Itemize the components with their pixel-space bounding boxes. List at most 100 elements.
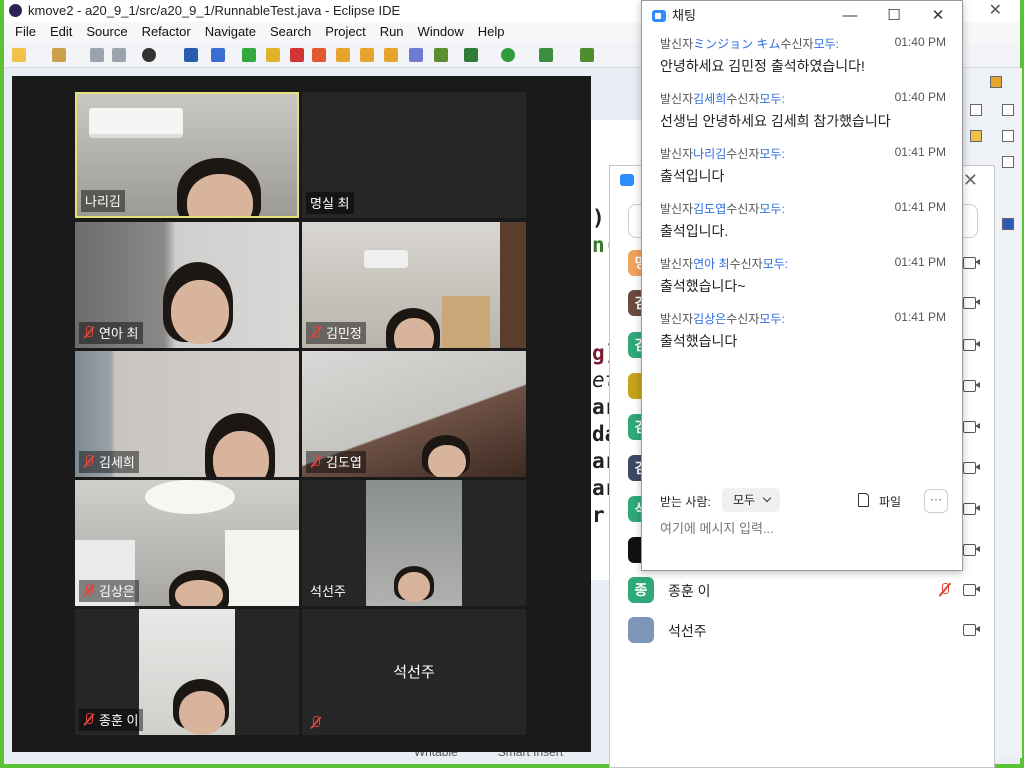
participant-name-tag: 나리김	[81, 190, 125, 212]
chat-message: 발신자연아 최수신자모두: 01:41 PM 출석했습니다~	[660, 255, 946, 294]
mic-muted-icon	[310, 455, 322, 468]
camera-icon[interactable]	[963, 624, 980, 636]
participants-close-icon[interactable]: ✕	[963, 170, 978, 191]
help-icon[interactable]	[1002, 218, 1014, 230]
camera-icon[interactable]	[963, 584, 980, 596]
participant-avatar	[628, 617, 654, 643]
menu-navigate[interactable]: Navigate	[198, 22, 263, 42]
terminate-icon[interactable]	[290, 48, 304, 62]
new-package-icon[interactable]	[52, 48, 66, 62]
zoom-logo-icon	[652, 10, 666, 22]
video-tile[interactable]: 종훈 이	[75, 609, 299, 735]
video-tile[interactable]: 명실 최	[302, 92, 526, 218]
video-tile[interactable]: 김도엽	[302, 351, 526, 477]
chat-title: 채팅	[672, 8, 696, 23]
message-time: 01:41 PM	[894, 310, 946, 324]
file-icon[interactable]	[858, 493, 869, 507]
participant-name-tag: 종훈 이	[79, 709, 143, 731]
step-return-icon[interactable]	[384, 48, 398, 62]
camera-icon[interactable]	[963, 462, 980, 474]
eclipse-close-icon[interactable]: ✕	[989, 0, 1002, 22]
minimize-icon[interactable]	[1002, 104, 1014, 116]
save-all-icon[interactable]	[112, 48, 126, 62]
file-button[interactable]: 파일	[879, 493, 901, 510]
menu-project[interactable]: Project	[318, 22, 372, 42]
message-receiver: 모두:	[759, 147, 785, 161]
step-into-icon[interactable]	[336, 48, 350, 62]
mic-muted-icon[interactable]	[938, 582, 952, 598]
camera-icon[interactable]	[963, 544, 980, 556]
mic-muted-icon	[83, 584, 95, 597]
menu-edit[interactable]: Edit	[43, 22, 79, 42]
drop-to-frame-icon[interactable]	[409, 48, 423, 62]
problems-icon[interactable]	[1002, 156, 1014, 168]
camera-icon[interactable]	[963, 339, 980, 351]
debug-person-icon[interactable]	[142, 48, 156, 62]
suspend-icon[interactable]	[266, 48, 280, 62]
step-over-icon[interactable]	[360, 48, 374, 62]
chevron-down-icon	[762, 493, 772, 503]
message-receiver: 모두:	[813, 37, 840, 51]
participant-name-tag: 김도엽	[306, 451, 366, 473]
camera-icon[interactable]	[963, 421, 980, 433]
camera-icon[interactable]	[963, 503, 980, 515]
video-tile[interactable]: 김민정	[302, 222, 526, 348]
external-tools-icon[interactable]	[580, 48, 594, 62]
chat-message: 발신자ミンジョン キム수신자모두: 01:40 PM 안녕하세요 김민정 출석하…	[660, 35, 946, 74]
menu-window[interactable]: Window	[411, 22, 471, 42]
outline-icon[interactable]	[970, 130, 982, 142]
disconnect-icon[interactable]	[312, 48, 326, 62]
resume-icon[interactable]	[242, 48, 256, 62]
chat-titlebar[interactable]: 채팅 — ☐ ✕	[642, 1, 962, 31]
message-sender[interactable]: 나리김	[693, 147, 726, 161]
camera-icon[interactable]	[963, 257, 980, 269]
close-icon[interactable]: ✕	[916, 1, 960, 31]
chat-message-input[interactable]	[658, 517, 948, 539]
minimize-icon[interactable]: —	[828, 1, 872, 31]
more-options-button[interactable]: ···	[924, 489, 948, 513]
message-sender[interactable]: ミンジョン キム	[693, 37, 780, 51]
message-sender[interactable]: 김도엽	[693, 202, 726, 216]
participant-row[interactable]: 석선주	[626, 613, 986, 647]
console-icon[interactable]	[184, 48, 198, 62]
save-icon[interactable]	[90, 48, 104, 62]
menu-run[interactable]: Run	[373, 22, 411, 42]
message-time: 01:40 PM	[894, 90, 946, 104]
chat-message-list[interactable]: 발신자ミンジョン キム수신자모두: 01:40 PM 안녕하세요 김민정 출석하…	[642, 31, 962, 471]
video-tile[interactable]: 김세희	[75, 351, 299, 477]
camera-icon[interactable]	[963, 380, 980, 392]
use-step-filters-icon[interactable]	[434, 48, 448, 62]
menu-help[interactable]: Help	[471, 22, 512, 42]
video-tile[interactable]: 김상은	[75, 480, 299, 606]
run-icon[interactable]	[501, 48, 515, 62]
skip-breakpoints-icon[interactable]	[211, 48, 225, 62]
participant-row[interactable]: 종 종훈 이	[626, 573, 986, 607]
new-file-icon[interactable]	[12, 48, 26, 62]
menu-search[interactable]: Search	[263, 22, 318, 42]
video-tile[interactable]: 나리김	[75, 92, 299, 218]
menu-refactor[interactable]: Refactor	[135, 22, 198, 42]
participant-name-tag: 연아 최	[79, 322, 143, 344]
perspective-icon[interactable]	[990, 76, 1002, 88]
debug-icon[interactable]	[464, 48, 478, 62]
message-sender[interactable]: 연아 최	[693, 257, 729, 271]
video-tile[interactable]: 연아 최	[75, 222, 299, 348]
chat-message: 발신자김상은수신자모두: 01:41 PM 출석했습니다	[660, 310, 946, 349]
message-sender[interactable]: 김상은	[693, 312, 726, 326]
video-tile[interactable]: 석선주	[302, 480, 526, 606]
message-text: 출석했습니다~	[660, 278, 746, 294]
chat-message: 발신자김세희수신자모두: 01:40 PM 선생님 안녕하세요 김세희 참가했습…	[660, 90, 946, 129]
participant-avatar: 종	[628, 577, 654, 603]
menu-file[interactable]: File	[8, 22, 43, 42]
message-receiver: 모두:	[759, 92, 785, 106]
camera-icon[interactable]	[963, 297, 980, 309]
restore-icon[interactable]	[970, 104, 982, 116]
maximize-icon[interactable]: ☐	[872, 1, 916, 31]
receiver-select[interactable]: 모두	[722, 488, 780, 512]
message-sender[interactable]: 김세희	[693, 92, 726, 106]
menu-source[interactable]: Source	[79, 22, 134, 42]
coverage-icon[interactable]	[539, 48, 553, 62]
view-icon[interactable]	[1002, 130, 1014, 142]
participant-name-tag	[306, 715, 326, 731]
video-tile[interactable]: 석선주	[302, 609, 526, 735]
